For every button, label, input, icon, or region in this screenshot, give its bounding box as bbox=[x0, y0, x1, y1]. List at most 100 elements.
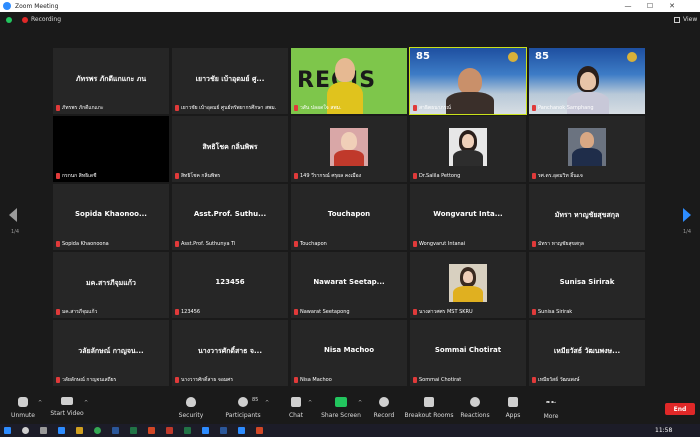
participant-name: เหมียวัสธ์ วัฒนพงษ์ bbox=[538, 377, 580, 383]
search-icon[interactable] bbox=[22, 427, 29, 434]
participant-tile[interactable]: Asst.Prof. Suthu... Asst.Prof. Suthunya … bbox=[172, 184, 288, 250]
record-label: Record bbox=[373, 412, 395, 419]
muted-mic-icon bbox=[175, 377, 179, 383]
powerpoint-icon[interactable] bbox=[148, 427, 155, 434]
microphone-muted-icon bbox=[18, 397, 28, 407]
participant-tile[interactable]: Nawarat Seetap... Nawarat Seetapong bbox=[291, 252, 407, 318]
participant-tile[interactable]: มค.สารภีจุมแก้ว มค.สารภีจุมแก้ว bbox=[53, 252, 169, 318]
muted-mic-icon bbox=[413, 309, 417, 315]
breakout-rooms-label: Breakout Rooms bbox=[404, 412, 454, 419]
share-options-caret-icon[interactable]: ^ bbox=[358, 400, 362, 406]
muted-mic-icon bbox=[175, 309, 179, 315]
next-page-arrow-icon[interactable] bbox=[683, 208, 691, 222]
apps-button[interactable]: Apps bbox=[504, 391, 522, 423]
maximize-button[interactable]: ☐ bbox=[640, 0, 660, 12]
participant-shirt bbox=[446, 92, 494, 114]
chat-button[interactable]: Chat bbox=[286, 391, 306, 423]
minimize-button[interactable]: — bbox=[618, 0, 638, 12]
word-window-icon[interactable] bbox=[220, 427, 227, 434]
chrome-icon[interactable] bbox=[94, 427, 101, 434]
excel-icon[interactable] bbox=[130, 427, 137, 434]
word-icon[interactable] bbox=[112, 427, 119, 434]
breakout-rooms-icon bbox=[424, 397, 434, 407]
zoom-taskbar-icon[interactable] bbox=[202, 427, 209, 434]
participant-name: Touchapon bbox=[300, 241, 327, 247]
participant-display-name: Sommai Chotirat bbox=[434, 346, 502, 354]
audio-options-caret-icon[interactable]: ^ bbox=[38, 400, 42, 406]
view-button[interactable]: View bbox=[683, 16, 697, 23]
participant-face bbox=[463, 271, 473, 283]
excel-window-icon[interactable] bbox=[184, 427, 191, 434]
muted-mic-icon bbox=[56, 173, 60, 179]
share-screen-button[interactable]: Share Screen bbox=[321, 391, 361, 423]
recording-label: Recording bbox=[31, 16, 62, 23]
participant-name: มัทรา หาญชัยสุขสกุล bbox=[538, 241, 584, 247]
participant-display-name: Sunisa Sirirak bbox=[559, 278, 615, 286]
participant-tile[interactable]: Sunisa Sirirak Sunisa Sirirak bbox=[529, 252, 645, 318]
participants-button[interactable]: Participants bbox=[224, 391, 262, 423]
participant-face bbox=[580, 72, 596, 90]
unmute-label: Unmute bbox=[11, 412, 35, 419]
start-video-button[interactable]: Start Video bbox=[50, 391, 84, 423]
prev-page-arrow-icon[interactable] bbox=[9, 208, 17, 222]
breakout-rooms-button[interactable]: Breakout Rooms bbox=[404, 391, 454, 423]
muted-mic-icon bbox=[532, 241, 536, 247]
reactions-button[interactable]: Reactions bbox=[460, 391, 490, 423]
muted-mic-icon bbox=[294, 309, 298, 315]
participant-tile[interactable]: เหมียวัสธ์ วัฒนพงษ... เหมียวัสธ์ วัฒนพงษ… bbox=[529, 320, 645, 386]
participant-tile[interactable]: Sommai Chotirat Sommai Chotirat bbox=[410, 320, 526, 386]
participants-icon bbox=[238, 397, 248, 407]
window-titlebar: Zoom Meeting — ☐ ✕ bbox=[0, 0, 700, 12]
participants-options-caret-icon[interactable]: ^ bbox=[265, 400, 269, 406]
participant-name: Sopida Khaonoona bbox=[62, 241, 109, 247]
participant-tile[interactable]: นางวารศักดิ์สาธ จ... นางวารศักดิ์สาธ จอม… bbox=[172, 320, 288, 386]
meeting-controls-toolbar: Unmute ^ Start Video ^ Security Particip… bbox=[0, 391, 700, 423]
participant-video-tile[interactable]: กรกนก สิทธิเดชี bbox=[53, 116, 169, 182]
participant-tile[interactable]: วลัยลักษณ์ กาญจน... วลัยลักษณ์ กาญจนเสถี… bbox=[53, 320, 169, 386]
participant-tile[interactable]: ภัทรพร ภักดีแกแกะ ภน ภัทรพร ภักดีแกแกะ bbox=[53, 48, 169, 114]
chat-options-caret-icon[interactable]: ^ bbox=[308, 400, 312, 406]
more-label: More bbox=[543, 413, 559, 420]
more-button[interactable]: More bbox=[541, 391, 561, 423]
participant-tile[interactable]: Touchapon Touchapon bbox=[291, 184, 407, 250]
participant-photo-tile[interactable]: Dr.Salila Pettong bbox=[410, 116, 526, 182]
participant-display-name: สิทธิโชค กลิ่นพิพร bbox=[202, 143, 258, 151]
video-camera-off-icon bbox=[61, 397, 73, 405]
security-button[interactable]: Security bbox=[176, 391, 206, 423]
participant-photo-tile[interactable]: นางสาวศศร MST SKRU bbox=[410, 252, 526, 318]
participant-video-tile-active-speaker[interactable]: 85 สาธิตธนาภรณ์ bbox=[409, 47, 527, 115]
participant-name: เยาวชัย เบ้าอุดมย์ ศูนย์ทรัพยากรศึกษา สพ… bbox=[181, 105, 277, 111]
acrobat-icon[interactable] bbox=[166, 427, 173, 434]
end-meeting-button[interactable]: End bbox=[665, 403, 695, 415]
video-options-caret-icon[interactable]: ^ bbox=[84, 400, 88, 406]
participant-video-tile[interactable]: 85 Panchanok Samphang bbox=[529, 48, 645, 114]
participant-tile[interactable]: Wongvarut Inta... Wongvarut Intanai bbox=[410, 184, 526, 250]
participant-face bbox=[335, 58, 355, 82]
share-screen-label: Share Screen bbox=[321, 412, 361, 419]
smiley-icon bbox=[470, 397, 480, 407]
participant-tile[interactable]: Nisa Machoo Nisa Machoo bbox=[291, 320, 407, 386]
participant-name: Sommai Chotirat bbox=[419, 377, 462, 383]
close-button[interactable]: ✕ bbox=[662, 0, 682, 12]
participant-photo-tile[interactable]: 149 วีรากรณ์ ศรุผล คงเมือง bbox=[291, 116, 407, 182]
participant-shirt bbox=[453, 286, 483, 302]
zoom-meeting-taskbar-icon[interactable] bbox=[238, 427, 245, 434]
powerpoint-window-icon[interactable] bbox=[256, 427, 263, 434]
task-view-icon[interactable] bbox=[40, 427, 47, 434]
participant-tile[interactable]: มัทรา หาญชัยสุขสกุล มัทรา หาญชัยสุขสกุล bbox=[529, 184, 645, 250]
participant-tile[interactable]: เยาวชัย เบ้าอุดมย์ ศู... เยาวชัย เบ้าอุด… bbox=[172, 48, 288, 114]
participant-photo-tile[interactable]: รศ.ดร.อุดมวิท อิ้นแจ bbox=[529, 116, 645, 182]
grid-view-icon[interactable] bbox=[674, 17, 680, 23]
participant-tile[interactable]: Sopida Khaonoo... Sopida Khaonoona bbox=[53, 184, 169, 250]
participant-tile[interactable]: 123456 123456 bbox=[172, 252, 288, 318]
windows-start-icon[interactable] bbox=[4, 427, 11, 434]
record-button[interactable]: Record bbox=[372, 391, 396, 423]
participant-name: นางวารศักดิ์สาธ จอมศร bbox=[181, 377, 234, 383]
file-explorer-icon[interactable] bbox=[76, 427, 83, 434]
participant-video-tile[interactable]: REGIS วสัน ปลอดใจ สพม. bbox=[291, 48, 407, 114]
shield-icon[interactable] bbox=[6, 17, 12, 23]
participant-tile[interactable]: สิทธิโชค กลิ่นพิพร สิทธิโชค กลิ่นพิพร bbox=[172, 116, 288, 182]
unmute-button[interactable]: Unmute bbox=[6, 391, 40, 423]
participant-name: Nisa Machoo bbox=[300, 377, 332, 383]
edge-icon[interactable] bbox=[58, 427, 65, 434]
